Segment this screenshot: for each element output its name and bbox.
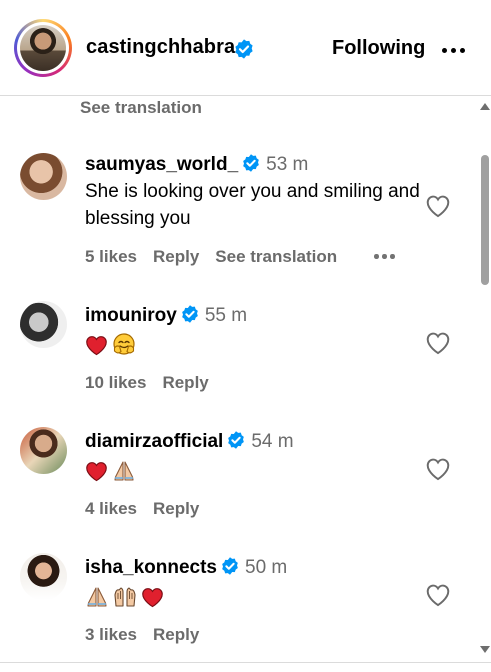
likes-count[interactable]: 10 likes <box>85 373 146 392</box>
like-heart-icon[interactable] <box>425 457 451 481</box>
comment-header: isha_konnects 50 m <box>85 557 287 579</box>
comment-time: 54 m <box>251 431 294 452</box>
like-heart-icon[interactable] <box>425 331 451 355</box>
avatar[interactable] <box>20 301 67 348</box>
reply-button[interactable]: Reply <box>153 499 199 518</box>
red-heart-icon <box>141 587 164 608</box>
following-button[interactable]: Following <box>332 37 425 60</box>
verified-badge-icon <box>220 556 240 576</box>
folded-hands-icon <box>112 459 136 483</box>
comment-header: imouniroy 55 m <box>85 305 247 327</box>
scroll-up-arrow-icon[interactable] <box>480 103 490 110</box>
comment-username[interactable]: saumyas_world_ <box>85 154 238 175</box>
comment-emojis <box>85 583 164 611</box>
verified-badge-icon <box>233 38 255 60</box>
comment-time: 55 m <box>204 305 248 326</box>
comment-username[interactable]: imouniroy <box>85 305 177 326</box>
comment-username[interactable]: isha_konnects <box>85 557 217 578</box>
comment-emojis <box>85 331 136 359</box>
red-heart-icon <box>85 461 108 482</box>
red-heart-icon <box>85 335 108 356</box>
comment-actions: 3 likes Reply <box>85 625 215 645</box>
comment-text: She is looking over you and smiling and … <box>85 181 420 229</box>
divider <box>0 662 491 663</box>
raising-hands-icon <box>113 585 137 609</box>
likes-count[interactable]: 3 likes <box>85 625 137 644</box>
comment-header: diamirzaofficial 54 m <box>85 431 294 453</box>
likes-count[interactable]: 5 likes <box>85 247 137 266</box>
comment-actions: 10 likes Reply <box>85 373 225 393</box>
comment-actions: 5 likes Reply See translation <box>85 247 353 267</box>
folded-hands-icon <box>85 585 109 609</box>
author-avatar[interactable] <box>14 19 72 77</box>
reply-button[interactable]: Reply <box>153 625 199 644</box>
like-heart-icon[interactable] <box>425 583 451 607</box>
scroll-down-arrow-icon[interactable] <box>480 646 490 653</box>
verified-badge-icon <box>226 430 246 450</box>
likes-count[interactable]: 4 likes <box>85 499 137 518</box>
see-translation-link[interactable]: See translation <box>215 247 337 266</box>
author-username[interactable]: castingchhabra <box>86 36 235 59</box>
comment-emojis <box>85 457 136 485</box>
comment-time: 53 m <box>266 154 309 175</box>
verified-badge-icon <box>180 304 200 324</box>
avatar[interactable] <box>20 427 67 474</box>
reply-button[interactable]: Reply <box>162 373 208 392</box>
more-options-icon[interactable] <box>442 48 468 54</box>
scrollbar-thumb[interactable] <box>481 155 489 285</box>
verified-badge-icon <box>241 153 261 173</box>
avatar[interactable] <box>20 153 67 200</box>
post-header: castingchhabra Following <box>0 0 491 96</box>
comment-more-icon[interactable] <box>374 254 400 260</box>
comments-list: See translation saumyas_world_ 53 m She i… <box>0 96 478 662</box>
avatar[interactable] <box>20 553 67 600</box>
comment-actions: 4 likes Reply <box>85 499 215 519</box>
see-translation-link[interactable]: See translation <box>80 98 202 118</box>
comment-time: 50 m <box>245 557 288 578</box>
like-heart-icon[interactable] <box>425 194 451 218</box>
reply-button[interactable]: Reply <box>153 247 199 266</box>
smiling-face-with-open-hands-icon <box>112 333 136 357</box>
comment-header: saumyas_world_ 53 m <box>85 154 308 176</box>
comment-username[interactable]: diamirzaofficial <box>85 431 223 452</box>
